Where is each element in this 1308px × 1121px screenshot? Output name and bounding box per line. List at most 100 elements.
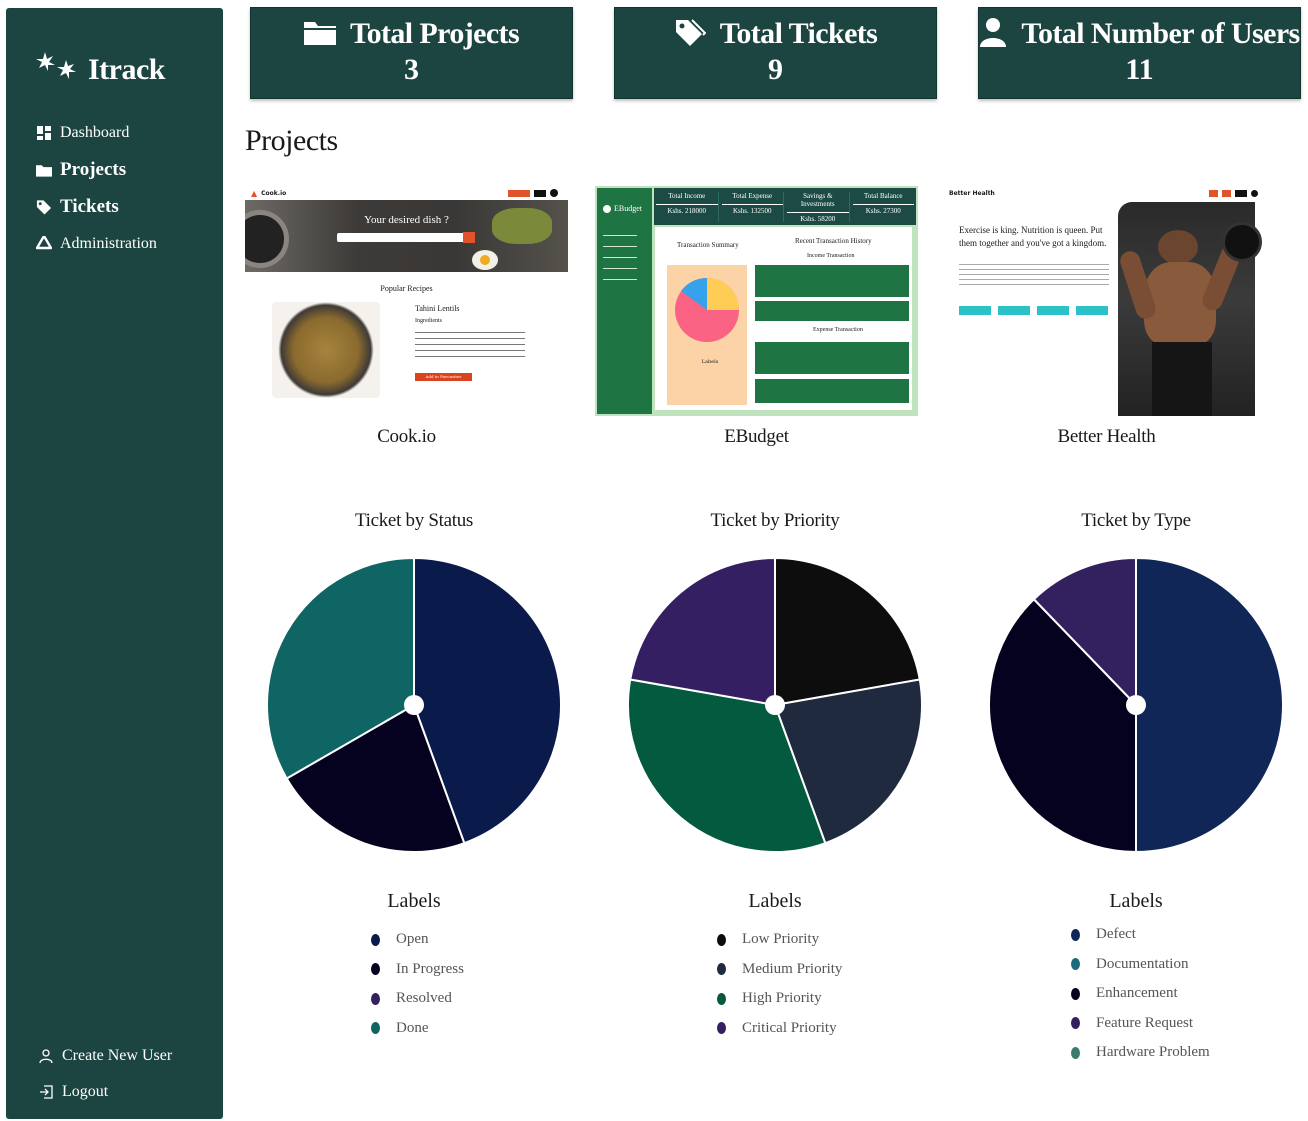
legend-dot [717, 992, 726, 1005]
legend-label: Documentation [1096, 955, 1189, 972]
stat-value: 3 [404, 53, 419, 86]
project-thumbnail: ▲ Cook.io Your desired dish ? Popular Re… [245, 186, 568, 416]
legend-label: Enhancement [1096, 985, 1178, 1002]
sidebar-item-dashboard[interactable]: Dashboard [36, 114, 157, 151]
brand[interactable]: Itrack [36, 50, 165, 90]
project-card-cookio[interactable]: ▲ Cook.io Your desired dish ? Popular Re… [245, 186, 568, 448]
sidebar: Itrack Dashboard Projects Tickets Admini… [6, 8, 223, 1119]
thumb-brand: Cook.io [261, 189, 287, 197]
legend-label: Defect [1096, 926, 1136, 943]
sidebar-item-label: Dashboard [60, 123, 130, 141]
chart-title-type: Ticket by Type [1081, 510, 1191, 531]
project-thumbnail: Better Health Exercise is king. Nutritio… [945, 186, 1268, 416]
legend-dot [371, 933, 380, 946]
legend-item: Resolved [371, 984, 464, 1014]
logout-link[interactable]: Logout [38, 1074, 172, 1110]
project-name: Cook.io [377, 426, 436, 447]
thumb-labels: Labels [701, 359, 719, 365]
legend-priority: Low Priority Medium Priority High Priori… [717, 925, 842, 1043]
thumb-brand: EBudget [614, 204, 642, 213]
thumb-sub: Ingredients [415, 318, 442, 324]
pie-center-dot [1126, 695, 1146, 715]
dashboard-icon [36, 125, 52, 141]
create-new-user-link[interactable]: Create New User [38, 1038, 172, 1074]
sidebar-item-administration[interactable]: Administration [36, 225, 157, 262]
legend-dot [1071, 958, 1080, 971]
legend-dot [371, 992, 380, 1005]
sidebar-bottom-nav: Create New User Logout [38, 1038, 172, 1110]
legend-item: In Progress [371, 955, 464, 985]
project-card-better-health[interactable]: Better Health Exercise is king. Nutritio… [945, 186, 1268, 448]
thumb-card-value: Kshs. 58200 [787, 212, 849, 223]
thumb-mini-pie [675, 277, 739, 342]
stat-title: Total Number of Users [1021, 17, 1300, 50]
project-card-ebudget[interactable]: EBudget Total Income Kshs. 218000 Total … [595, 186, 918, 448]
project-name: Better Health [1057, 426, 1156, 447]
legend-item: Critical Priority [717, 1014, 842, 1044]
legend-label: Low Priority [742, 931, 820, 948]
legend-item: Documentation [1071, 950, 1210, 980]
app-name: Itrack [88, 53, 165, 86]
folder-icon [303, 19, 336, 49]
legend-item: High Priority [717, 984, 842, 1014]
legend-type: Defect Documentation Enhancement Feature… [1071, 920, 1210, 1068]
thumb-summary: Transaction Summary [677, 241, 739, 249]
legend-label: Resolved [396, 990, 452, 1007]
legend-item: Hardware Problem [1071, 1038, 1210, 1068]
legend-dot [1071, 987, 1080, 1000]
legend-dot [371, 1022, 380, 1035]
legend-label: In Progress [396, 960, 464, 977]
legend-label: Critical Priority [742, 1019, 837, 1036]
stat-title: Total Tickets [719, 17, 878, 50]
thumb-card-label: Total Balance [863, 192, 903, 200]
thumb-button: Add to Favourites [415, 373, 472, 381]
stat-card-total-tickets: Total Tickets 9 [614, 7, 937, 99]
tag-icon [36, 199, 52, 215]
sidebar-item-projects[interactable]: Projects [36, 151, 157, 188]
stat-card-total-users: Total Number of Users 11 [978, 7, 1301, 99]
create-new-user-label: Create New User [62, 1047, 173, 1064]
recycle-icon [36, 236, 52, 252]
legend-status: Open In Progress Resolved Done [371, 925, 464, 1043]
thumb-card-label: Total Income [668, 192, 706, 200]
sidebar-item-label: Administration [60, 234, 157, 252]
folder-icon [36, 162, 52, 178]
legend-label: Feature Request [1096, 1014, 1194, 1031]
thumb-card-value: Kshs. 27300 [852, 204, 914, 215]
pie-slice-defect[interactable] [1135, 556, 1284, 854]
logout-label: Logout [62, 1083, 109, 1100]
thumb-history: Recent Transaction History [795, 237, 872, 245]
legend-dot [1071, 1046, 1080, 1059]
thumb-card-value: Kshs. 218000 [656, 204, 718, 215]
legend-item: Open [371, 925, 464, 955]
thumb-expense: Expense Transaction [813, 327, 863, 333]
legend-item: Enhancement [1071, 979, 1210, 1009]
legend-item: Done [371, 1014, 464, 1044]
chart-title-status: Ticket by Status [354, 510, 473, 531]
legend-dot [1071, 1017, 1080, 1030]
legend-dot [717, 933, 726, 946]
chart-title-priority: Ticket by Priority [710, 510, 840, 531]
stat-card-total-projects: Total Projects 3 [250, 7, 573, 99]
thumb-headline: Exercise is king. Nutrition is queen. Pu… [959, 225, 1107, 248]
sidebar-item-label: Tickets [60, 195, 119, 217]
pie-chart-ticket-priority [627, 556, 923, 853]
legend-item: Low Priority [717, 925, 842, 955]
legend-dot [1071, 928, 1080, 941]
legend-title: Labels [1109, 890, 1163, 912]
pie-chart-ticket-type [988, 556, 1284, 854]
pie-center-dot [404, 695, 424, 715]
legend-label: Done [396, 1019, 429, 1036]
logo-icon [36, 50, 82, 90]
legend-label: High Priority [742, 990, 822, 1007]
stat-value: 9 [768, 53, 783, 86]
pie-slice-critical-priority[interactable] [629, 556, 776, 707]
thumb-hero: Your desired dish ? [364, 214, 449, 226]
thumb-income: Income Transaction [807, 253, 855, 259]
thumb-card-label: Savings & Investments [800, 192, 835, 208]
legend-item: Medium Priority [717, 955, 842, 985]
legend-title: Labels [748, 890, 802, 912]
sidebar-nav: Dashboard Projects Tickets Administratio… [36, 114, 157, 262]
sidebar-item-tickets[interactable]: Tickets [36, 188, 157, 225]
user-outline-icon [38, 1048, 54, 1064]
